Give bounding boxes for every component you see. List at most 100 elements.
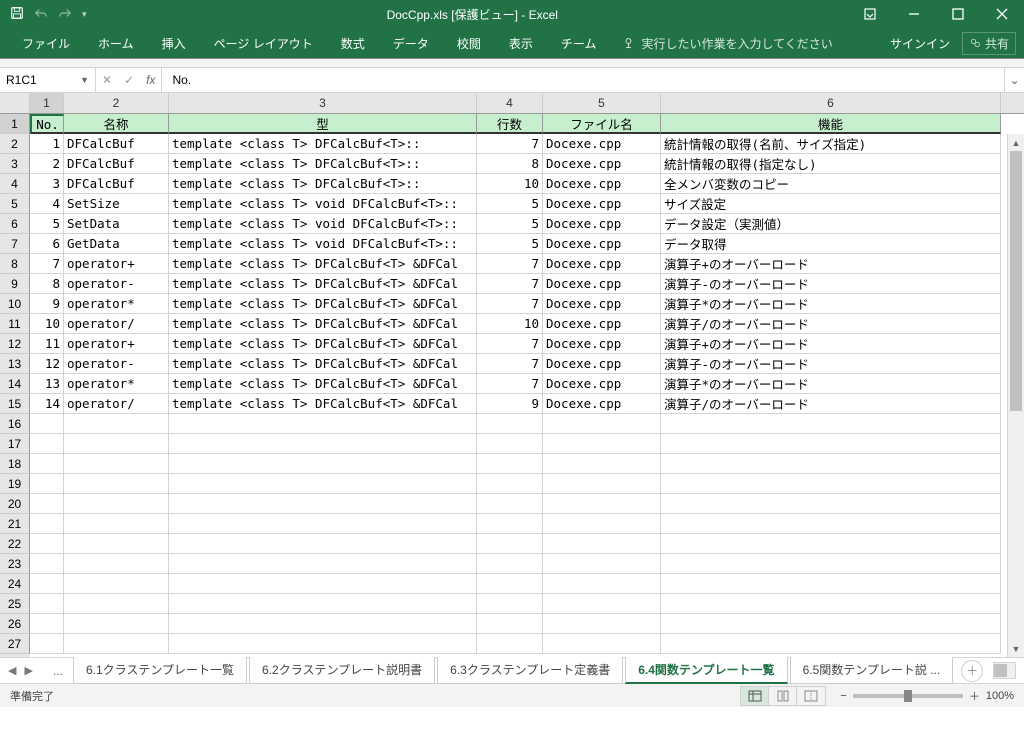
vertical-scrollbar[interactable]: ▲ ▼ [1007,134,1024,657]
cell[interactable] [169,474,477,494]
table-header-cell[interactable]: ファイル名 [543,114,661,134]
cell[interactable]: 14 [30,394,64,414]
share-button[interactable]: 共有 [962,32,1016,55]
cell[interactable] [64,554,169,574]
redo-icon[interactable] [58,6,72,23]
cell[interactable] [169,634,477,654]
cell[interactable]: Docexe.cpp [543,134,661,154]
cell[interactable] [64,514,169,534]
cell[interactable]: operator- [64,274,169,294]
cell[interactable]: 11 [30,334,64,354]
cell[interactable]: 9 [477,394,543,414]
name-box[interactable]: R1C1 ▼ [0,68,96,92]
cell[interactable]: DFCalcBuf [64,154,169,174]
qat-customize-icon[interactable]: ▾ [82,9,87,20]
scroll-down-icon[interactable]: ▼ [1008,640,1024,657]
cell[interactable]: 12 [30,354,64,374]
cell[interactable]: 7 [477,294,543,314]
cell[interactable] [543,594,661,614]
cell[interactable] [543,454,661,474]
cell[interactable]: GetData [64,234,169,254]
cell[interactable] [477,614,543,634]
cell[interactable] [661,514,1001,534]
cell[interactable] [543,634,661,654]
row-header[interactable]: 13 [0,354,30,374]
cell[interactable] [477,554,543,574]
cell[interactable] [661,534,1001,554]
ribbon-tab-7[interactable]: 表示 [495,31,547,57]
row-header[interactable]: 2 [0,134,30,154]
row-header[interactable]: 8 [0,254,30,274]
cell[interactable] [169,414,477,434]
ribbon-tab-8[interactable]: チーム [547,31,611,57]
cell[interactable] [30,614,64,634]
cell[interactable] [30,474,64,494]
view-page-layout-icon[interactable] [769,687,797,705]
cell[interactable] [169,594,477,614]
row-header[interactable]: 20 [0,494,30,514]
sheet-tab[interactable]: 6.3クラステンプレート定義書 [437,657,623,684]
cell[interactable]: Docexe.cpp [543,274,661,294]
cell[interactable]: Docexe.cpp [543,154,661,174]
close-icon[interactable] [980,0,1024,28]
cell[interactable]: 演算子+のオーバーロード [661,334,1001,354]
cell[interactable]: SetData [64,214,169,234]
cell[interactable] [30,634,64,654]
cell[interactable] [543,494,661,514]
cell[interactable]: 演算子-のオーバーロード [661,354,1001,374]
cell[interactable] [169,554,477,574]
cell[interactable]: Docexe.cpp [543,214,661,234]
cell[interactable] [477,514,543,534]
cell[interactable]: 演算子-のオーバーロード [661,274,1001,294]
cell[interactable] [30,494,64,514]
row-header[interactable]: 17 [0,434,30,454]
table-header-cell[interactable]: 機能 [661,114,1001,134]
cell[interactable] [64,494,169,514]
cell[interactable] [543,514,661,534]
row-header[interactable]: 23 [0,554,30,574]
cell[interactable]: template <class T> DFCalcBuf<T>:: [169,134,477,154]
cell[interactable]: DFCalcBuf [64,134,169,154]
row-header[interactable]: 12 [0,334,30,354]
cell[interactable] [543,554,661,574]
cell[interactable] [661,454,1001,474]
row-header[interactable]: 22 [0,534,30,554]
cell[interactable] [661,614,1001,634]
cell[interactable]: 演算子/のオーバーロード [661,394,1001,414]
cell[interactable]: Docexe.cpp [543,194,661,214]
cell[interactable]: データ取得 [661,234,1001,254]
cell[interactable]: 演算子*のオーバーロード [661,294,1001,314]
cell[interactable]: 演算子*のオーバーロード [661,374,1001,394]
cell[interactable] [477,494,543,514]
ribbon-tab-3[interactable]: ページ レイアウト [200,31,327,57]
cell[interactable] [169,434,477,454]
cell[interactable] [477,574,543,594]
minimize-icon[interactable] [892,0,936,28]
ribbon-tab-2[interactable]: 挿入 [148,31,200,57]
cell[interactable]: 2 [30,154,64,174]
ribbon-tab-5[interactable]: データ [379,31,443,57]
cell[interactable]: 7 [477,254,543,274]
cell[interactable]: 5 [477,194,543,214]
row-header[interactable]: 19 [0,474,30,494]
signin-link[interactable]: サインイン [890,35,950,52]
tab-nav-next-icon[interactable]: ▶ [24,664,32,677]
cell[interactable] [64,434,169,454]
cell[interactable]: 演算子/のオーバーロード [661,314,1001,334]
cell[interactable] [477,534,543,554]
fx-icon[interactable]: fx [146,73,155,87]
ribbon-tab-0[interactable]: ファイル [8,31,84,57]
cell[interactable]: template <class T> DFCalcBuf<T> &DFCal [169,334,477,354]
cell[interactable]: Docexe.cpp [543,334,661,354]
cell[interactable]: Docexe.cpp [543,254,661,274]
cell[interactable]: 7 [477,274,543,294]
cell[interactable] [661,414,1001,434]
cell[interactable]: Docexe.cpp [543,234,661,254]
cell[interactable]: 5 [477,214,543,234]
tell-me[interactable]: 実行したい作業を入力してください [622,35,832,52]
cell[interactable] [169,574,477,594]
cell[interactable]: template <class T> DFCalcBuf<T>:: [169,174,477,194]
row-header[interactable]: 15 [0,394,30,414]
zoom-out-button[interactable]: − [840,690,846,702]
cell[interactable]: Docexe.cpp [543,374,661,394]
